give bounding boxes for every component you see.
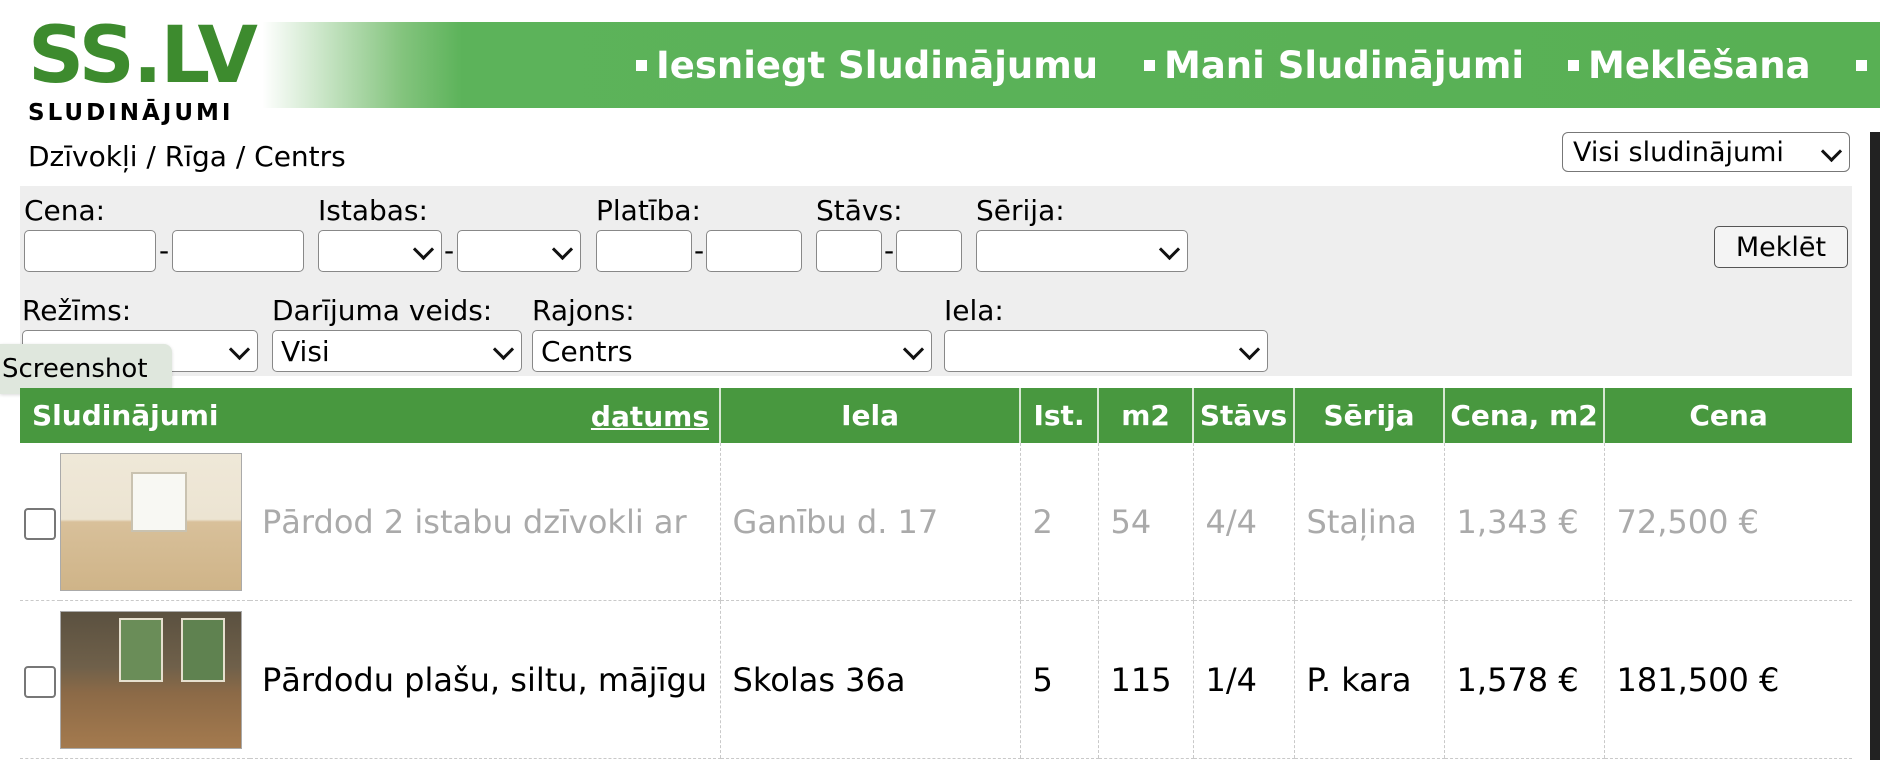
row-checkbox-cell bbox=[20, 443, 60, 601]
breadcrumb[interactable]: Dzīvokļi / Rīga / Centrs bbox=[28, 140, 346, 173]
thumbnail-cell bbox=[60, 443, 250, 601]
chevron-down-icon bbox=[412, 238, 435, 261]
chevron-down-icon bbox=[1158, 238, 1181, 261]
listing-price-m2: 1,578 € bbox=[1443, 600, 1605, 759]
area-label: Platība: bbox=[596, 194, 701, 227]
filter-panel: Cena: - Istabas: - Platība: - Stāvs: - S… bbox=[20, 186, 1852, 376]
header-area[interactable]: m2 bbox=[1097, 388, 1194, 443]
window-shape bbox=[119, 617, 163, 682]
right-sidebar-edge bbox=[1870, 132, 1880, 760]
table-row[interactable]: Pārdodu plašu, siltu, mājīgu Skolas 36a … bbox=[20, 600, 1853, 759]
series-select[interactable] bbox=[976, 230, 1188, 272]
view-filter-select[interactable]: Visi sludinājumi bbox=[1562, 132, 1850, 172]
bullet-icon bbox=[636, 59, 647, 71]
listing-series: Staļina bbox=[1293, 443, 1445, 601]
chevron-down-icon bbox=[1238, 338, 1261, 361]
nav-submit-ad-label: Iesniegt Sludinājumu bbox=[656, 43, 1099, 87]
range-dash: - bbox=[884, 234, 895, 267]
header-rooms[interactable]: Ist. bbox=[1019, 388, 1099, 443]
header-floor[interactable]: Stāvs bbox=[1192, 388, 1295, 443]
district-value: Centrs bbox=[541, 334, 633, 368]
price-max-input[interactable] bbox=[172, 230, 304, 272]
bullet-icon bbox=[1144, 59, 1155, 71]
floor-min-input[interactable] bbox=[816, 230, 882, 272]
range-dash: - bbox=[444, 234, 455, 267]
range-dash: - bbox=[159, 234, 170, 267]
window-shape bbox=[131, 471, 187, 532]
header-price[interactable]: Cena bbox=[1603, 388, 1853, 443]
view-filter-value: Visi sludinājumi bbox=[1573, 136, 1784, 168]
floor-max-input[interactable] bbox=[896, 230, 962, 272]
deal-type-label: Darījuma veids: bbox=[272, 294, 493, 327]
nav-my-ads[interactable]: Mani Sludinājumi bbox=[1144, 22, 1524, 108]
rooms-min-select[interactable] bbox=[318, 230, 442, 272]
chevron-down-icon bbox=[492, 338, 515, 361]
chevron-down-icon bbox=[902, 338, 925, 361]
header-street[interactable]: Iela bbox=[719, 388, 1021, 443]
header-series[interactable]: Sērija bbox=[1293, 388, 1445, 443]
window-shape bbox=[181, 617, 225, 682]
chevron-down-icon bbox=[228, 338, 251, 361]
bullet-icon bbox=[1856, 59, 1867, 71]
listing-floor: 4/4 bbox=[1192, 443, 1295, 601]
listing-series: P. kara bbox=[1293, 600, 1445, 759]
thumbnail-cell bbox=[60, 600, 250, 759]
search-button[interactable]: Meklēt bbox=[1714, 226, 1848, 268]
listings-table: Sludinājumi datums Iela Ist. m2 Stāvs Sē… bbox=[20, 388, 1853, 759]
rooms-label: Istabas: bbox=[318, 194, 428, 227]
mode-label: Režīms: bbox=[22, 294, 132, 327]
listing-thumbnail[interactable] bbox=[60, 452, 242, 591]
chevron-down-icon bbox=[1820, 140, 1843, 163]
range-dash: - bbox=[694, 234, 705, 267]
row-checkbox-cell bbox=[20, 600, 60, 759]
listing-street: Skolas 36a bbox=[719, 600, 1021, 759]
nav-search-label: Meklēšana bbox=[1588, 43, 1811, 87]
listing-rooms: 5 bbox=[1019, 600, 1099, 759]
nav-my-ads-label: Mani Sludinājumi bbox=[1164, 43, 1525, 87]
screenshot-tooltip: Screenshot bbox=[0, 344, 172, 394]
listing-price: 181,500 € bbox=[1603, 600, 1853, 759]
price-label: Cena: bbox=[24, 194, 106, 227]
district-select[interactable]: Centrs bbox=[532, 330, 932, 372]
listing-price: 72,500 € bbox=[1603, 443, 1853, 601]
area-max-input[interactable] bbox=[706, 230, 802, 272]
table-header: Sludinājumi datums Iela Ist. m2 Stāvs Sē… bbox=[20, 388, 1853, 443]
nav-more-cutoff[interactable] bbox=[1856, 22, 1876, 108]
row-checkbox[interactable] bbox=[24, 665, 56, 698]
listing-thumbnail[interactable] bbox=[60, 610, 242, 749]
listing-title[interactable]: Pārdod 2 istabu dzīvokli ar bbox=[250, 443, 721, 601]
sort-by-date-link[interactable]: datums bbox=[591, 400, 709, 433]
nav-submit-ad[interactable]: Iesniegt Sludinājumu bbox=[636, 22, 1098, 108]
price-min-input[interactable] bbox=[24, 230, 156, 272]
listing-title[interactable]: Pārdodu plašu, siltu, mājīgu bbox=[250, 600, 721, 759]
deal-type-value: Visi bbox=[281, 334, 330, 368]
floor-label: Stāvs: bbox=[816, 194, 903, 227]
site-logo[interactable]: SS.LV SLUDINĀJUMI bbox=[28, 11, 258, 126]
listing-area: 54 bbox=[1097, 443, 1194, 601]
listing-floor: 1/4 bbox=[1192, 600, 1295, 759]
listing-rooms: 2 bbox=[1019, 443, 1099, 601]
area-min-input[interactable] bbox=[596, 230, 692, 272]
listing-street: Ganību d. 17 bbox=[719, 443, 1021, 601]
deal-type-select[interactable]: Visi bbox=[272, 330, 522, 372]
district-label: Rajons: bbox=[532, 294, 635, 327]
row-checkbox[interactable] bbox=[24, 507, 56, 540]
header-price-m2[interactable]: Cena, m2 bbox=[1443, 388, 1605, 443]
street-select[interactable] bbox=[944, 330, 1268, 372]
street-label: Iela: bbox=[944, 294, 1004, 327]
listing-area: 115 bbox=[1097, 600, 1194, 759]
logo-brand: SS.LV bbox=[28, 11, 258, 101]
rooms-max-select[interactable] bbox=[457, 230, 581, 272]
bullet-icon bbox=[1568, 59, 1579, 71]
nav-search[interactable]: Meklēšana bbox=[1568, 22, 1811, 108]
top-nav: Iesniegt Sludinājumu Mani Sludinājumi Me… bbox=[262, 22, 1880, 108]
listing-price-m2: 1,343 € bbox=[1443, 443, 1605, 601]
series-label: Sērija: bbox=[976, 194, 1065, 227]
chevron-down-icon bbox=[551, 238, 574, 261]
table-row[interactable]: Pārdod 2 istabu dzīvokli ar Ganību d. 17… bbox=[20, 443, 1853, 601]
header-listings: Sludinājumi datums bbox=[20, 388, 721, 443]
header-listings-label: Sludinājumi bbox=[32, 399, 219, 432]
logo-tagline: SLUDINĀJUMI bbox=[28, 100, 234, 126]
